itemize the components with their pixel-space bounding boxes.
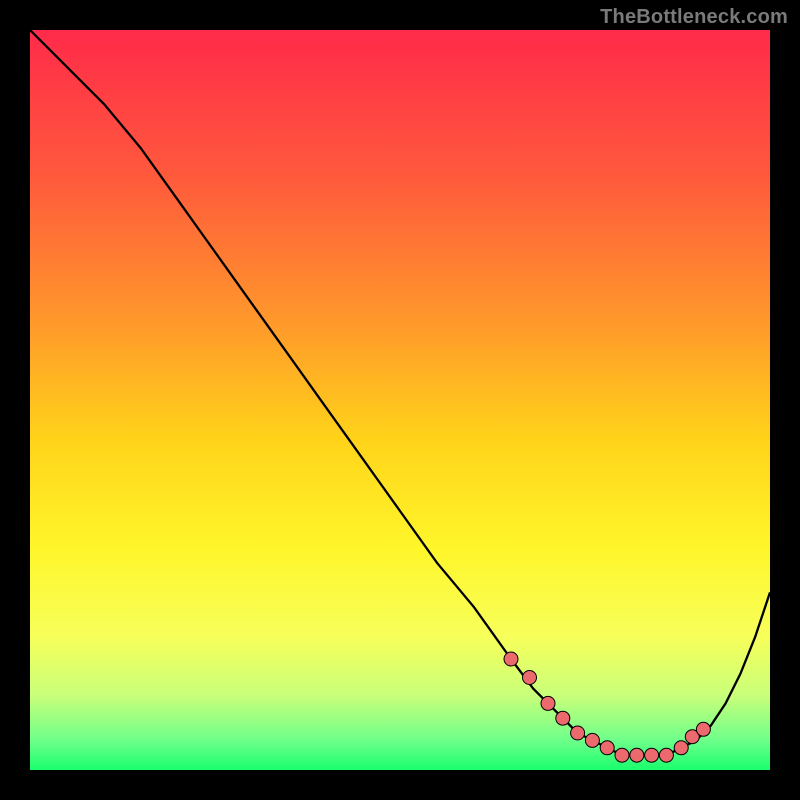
- marker-point: [645, 748, 659, 762]
- chart-svg: [30, 30, 770, 770]
- marker-point: [556, 711, 570, 725]
- marker-point: [571, 726, 585, 740]
- marker-point: [696, 722, 710, 736]
- marker-point: [630, 748, 644, 762]
- marker-point: [674, 741, 688, 755]
- marker-point: [615, 748, 629, 762]
- marker-point: [600, 741, 614, 755]
- marker-point: [659, 748, 673, 762]
- watermark-text: TheBottleneck.com: [600, 6, 788, 29]
- marker-point: [523, 671, 537, 685]
- gradient-background: [30, 30, 770, 770]
- marker-point: [585, 733, 599, 747]
- marker-point: [504, 652, 518, 666]
- plot-area: [30, 30, 770, 770]
- marker-point: [541, 696, 555, 710]
- chart-frame: TheBottleneck.com: [0, 0, 800, 800]
